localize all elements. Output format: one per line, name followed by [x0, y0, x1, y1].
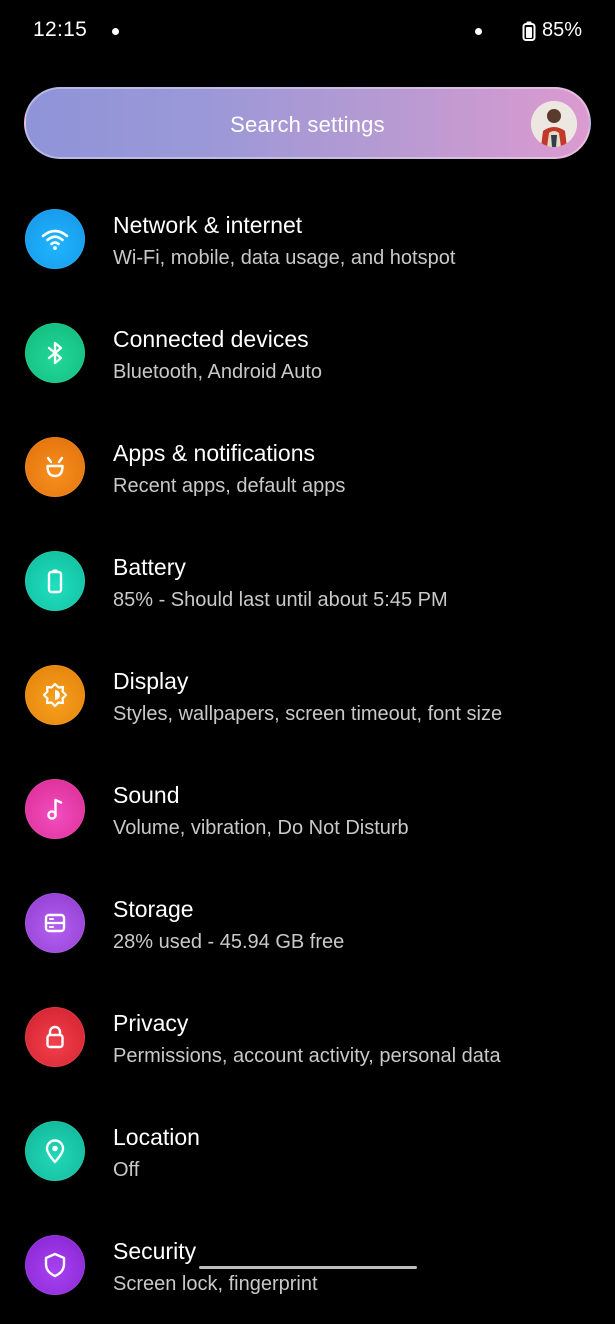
- settings-item-title: Connected devices: [113, 326, 309, 352]
- settings-item-subtitle: Wi-Fi, mobile, data usage, and hotspot: [113, 247, 456, 269]
- settings-item-title: Location: [113, 1124, 200, 1150]
- storage-icon: [25, 893, 85, 953]
- apps-icon: [25, 437, 85, 497]
- settings-item-privacy[interactable]: Privacy Permissions, account activity, p…: [0, 982, 615, 1096]
- notification-dot-icon: [475, 28, 482, 35]
- wifi-icon: [25, 209, 85, 269]
- battery-status-icon: [522, 21, 536, 41]
- settings-item-apps[interactable]: Apps & notifications Recent apps, defaul…: [0, 412, 615, 526]
- settings-item-subtitle: Bluetooth, Android Auto: [113, 361, 323, 383]
- settings-item-battery[interactable]: Battery 85% - Should last until about 5:…: [0, 526, 615, 640]
- settings-item-subtitle: 85% - Should last until about 5:45 PM: [113, 589, 448, 611]
- settings-item-subtitle: Permissions, account activity, personal …: [113, 1045, 501, 1067]
- status-bar: 12:15 85%: [0, 0, 615, 64]
- lock-icon: [25, 1007, 85, 1067]
- settings-item-subtitle: Recent apps, default apps: [113, 475, 346, 497]
- settings-item-title: Sound: [113, 782, 180, 808]
- settings-item-storage[interactable]: Storage 28% used - 45.94 GB free: [0, 868, 615, 982]
- settings-item-title: Storage: [113, 896, 194, 922]
- settings-item-title: Battery: [113, 554, 186, 580]
- battery-percent: 85%: [542, 19, 583, 41]
- music-note-icon: [25, 779, 85, 839]
- settings-item-network[interactable]: Network & internet Wi-Fi, mobile, data u…: [0, 184, 615, 298]
- settings-item-subtitle: Screen lock, fingerprint: [113, 1273, 318, 1295]
- settings-item-subtitle: Styles, wallpapers, screen timeout, font…: [113, 703, 503, 725]
- settings-item-subtitle: Volume, vibration, Do Not Disturb: [113, 817, 409, 839]
- settings-item-subtitle: 28% used - 45.94 GB free: [113, 931, 345, 953]
- avatar[interactable]: [531, 101, 577, 147]
- settings-item-location[interactable]: Location Off: [0, 1096, 615, 1210]
- settings-item-title: Apps & notifications: [113, 440, 316, 466]
- battery-icon: [25, 551, 85, 611]
- display-icon: [25, 665, 85, 725]
- settings-item-title: Security: [113, 1238, 197, 1264]
- shield-icon: [25, 1235, 85, 1295]
- settings-list: Network & internet Wi-Fi, mobile, data u…: [0, 184, 615, 1324]
- settings-item-connected-devices[interactable]: Connected devices Bluetooth, Android Aut…: [0, 298, 615, 412]
- settings-item-display[interactable]: Display Styles, wallpapers, screen timeo…: [0, 640, 615, 754]
- settings-item-subtitle: Off: [113, 1159, 140, 1181]
- settings-item-title: Network & internet: [113, 212, 303, 238]
- search-placeholder: Search settings: [230, 112, 385, 137]
- settings-item-title: Display: [113, 668, 189, 694]
- settings-item-sound[interactable]: Sound Volume, vibration, Do Not Disturb: [0, 754, 615, 868]
- bluetooth-icon: [25, 323, 85, 383]
- location-pin-icon: [25, 1121, 85, 1181]
- search-settings-bar[interactable]: Search settings: [24, 87, 591, 159]
- gesture-navigation-bar[interactable]: [199, 1266, 417, 1269]
- status-time: 12:15: [33, 18, 88, 41]
- settings-item-title: Privacy: [113, 1010, 189, 1036]
- notification-dot-icon: [112, 28, 119, 35]
